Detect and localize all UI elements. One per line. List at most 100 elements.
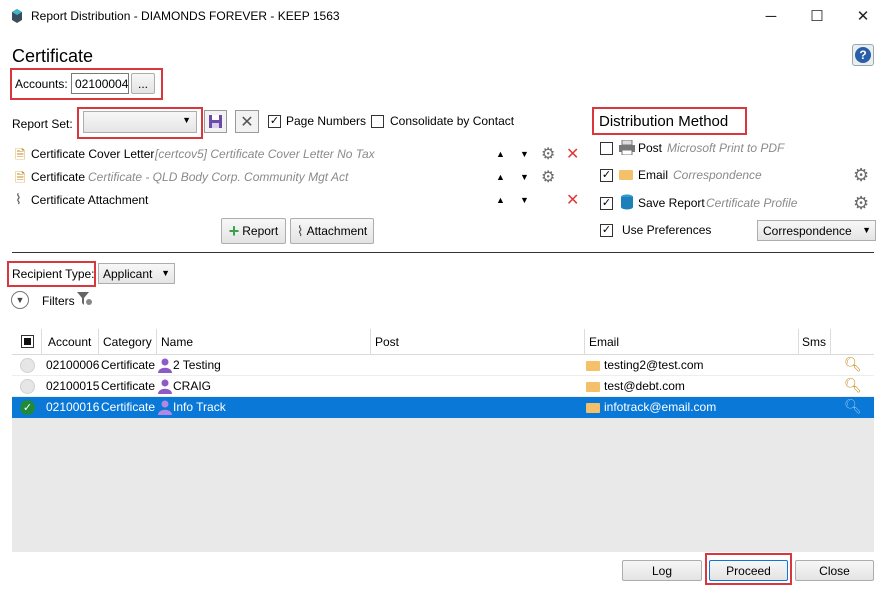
- chevron-down-icon: ▼: [161, 268, 170, 278]
- move-up-icon[interactable]: ▲: [496, 172, 505, 182]
- envelope-icon: [586, 382, 600, 392]
- list-item[interactable]: ⌇ Certificate Attachment ▲ ▼ ✕: [14, 191, 594, 211]
- printer-icon: [619, 140, 635, 155]
- distribution-title: Distribution Method: [599, 113, 729, 130]
- cell-email: test@debt.com: [604, 379, 685, 393]
- search-icon[interactable]: 🔍︎: [844, 377, 862, 394]
- row-select-radio[interactable]: [20, 358, 35, 373]
- column-category[interactable]: Category: [103, 335, 152, 349]
- consolidate-label: Consolidate by Contact: [390, 114, 515, 128]
- use-preferences-checkbox[interactable]: ✓: [600, 224, 613, 237]
- save-report-label: Save Report: [638, 196, 705, 210]
- database-icon: [621, 194, 633, 210]
- search-icon[interactable]: 🔍︎: [844, 398, 862, 415]
- report-name: Certificate Attachment: [31, 193, 149, 207]
- move-up-icon[interactable]: ▲: [496, 149, 505, 159]
- use-preferences-label: Use Preferences: [622, 223, 712, 237]
- row-selected-check-icon[interactable]: ✓: [20, 400, 35, 415]
- row-select-radio[interactable]: [20, 379, 35, 394]
- envelope-icon: [586, 361, 600, 371]
- table-row[interactable]: 02100015 Certificate CRAIG test@debt.com…: [12, 376, 874, 397]
- cell-name: 2 Testing: [173, 358, 221, 372]
- move-down-icon[interactable]: ▼: [520, 172, 529, 182]
- accounts-label: Accounts:: [15, 77, 68, 91]
- add-attachment-button[interactable]: ⌇ Attachment: [290, 218, 374, 244]
- email-settings-gear-icon[interactable]: ⚙: [853, 165, 869, 186]
- minimize-button[interactable]: ─: [748, 0, 794, 32]
- filters-expand-button[interactable]: ▼: [11, 291, 29, 309]
- filters-label: Filters: [42, 294, 75, 308]
- email-detail: Correspondence: [673, 168, 762, 182]
- move-up-icon[interactable]: ▲: [496, 195, 505, 205]
- email-checkbox[interactable]: ✓: [600, 169, 613, 182]
- add-attachment-label: Attachment: [306, 224, 368, 238]
- log-button[interactable]: Log: [622, 560, 702, 581]
- gear-icon[interactable]: ⚙: [541, 167, 555, 187]
- page-numbers-checkbox[interactable]: ✓: [268, 115, 281, 128]
- list-item[interactable]: 🗎 Certificate Certificate - QLD Body Cor…: [14, 168, 594, 188]
- column-sms[interactable]: Sms: [802, 335, 826, 349]
- filter-icon[interactable]: [77, 292, 93, 306]
- envelope-icon: [586, 403, 600, 413]
- remove-icon[interactable]: ✕: [566, 144, 579, 164]
- list-item[interactable]: 🗎 Certificate Cover Letter [certcov5] Ce…: [14, 145, 594, 165]
- remove-icon[interactable]: ✕: [566, 190, 579, 210]
- column-post[interactable]: Post: [375, 335, 399, 349]
- report-detail: Certificate - QLD Body Corp. Community M…: [88, 170, 349, 184]
- help-button[interactable]: ?: [852, 44, 874, 66]
- paperclip-icon: ⌇: [15, 191, 22, 207]
- grid-header: Account Category Name Post Email Sms: [12, 329, 874, 355]
- report-doc-icon: 🗎: [15, 170, 26, 185]
- page-numbers-label: Page Numbers: [286, 114, 367, 128]
- report-set-dropdown[interactable]: ▼: [83, 111, 197, 133]
- table-row[interactable]: 02100006 Certificate 2 Testing testing2@…: [12, 355, 874, 376]
- accounts-browse-button[interactable]: ...: [131, 73, 155, 94]
- floppy-icon: [209, 115, 222, 128]
- preferences-dropdown[interactable]: Correspondence ▼: [757, 220, 876, 241]
- select-all-checkbox[interactable]: [21, 335, 34, 348]
- x-icon: ✕: [240, 113, 254, 131]
- gear-icon[interactable]: ⚙: [541, 144, 555, 164]
- post-checkbox[interactable]: [600, 142, 613, 155]
- cell-category: Certificate: [101, 379, 156, 393]
- preferences-value: Correspondence: [763, 224, 852, 238]
- cell-email: testing2@test.com: [604, 358, 704, 372]
- save-report-set-button[interactable]: [204, 110, 227, 133]
- report-list: 🗎 Certificate Cover Letter [certcov5] Ce…: [14, 145, 594, 211]
- column-account[interactable]: Account: [48, 335, 91, 349]
- page-title: Certificate: [12, 46, 94, 66]
- post-detail: Microsoft Print to PDF: [667, 141, 785, 155]
- save-settings-gear-icon[interactable]: ⚙: [853, 193, 869, 214]
- save-report-checkbox[interactable]: ✓: [600, 197, 613, 210]
- proceed-button[interactable]: Proceed: [709, 560, 788, 581]
- close-button[interactable]: Close: [795, 560, 874, 581]
- paperclip-icon: ⌇: [296, 222, 304, 239]
- close-window-button[interactable]: ✕: [840, 0, 886, 32]
- window-title: Report Distribution - DIAMONDS FOREVER -…: [31, 9, 340, 23]
- move-down-icon[interactable]: ▼: [520, 149, 529, 159]
- cell-name: CRAIG: [173, 379, 212, 393]
- accounts-input[interactable]: 02100004: [71, 73, 129, 94]
- column-name[interactable]: Name: [161, 335, 193, 349]
- recipient-type-dropdown[interactable]: Applicant ▼: [98, 263, 175, 284]
- save-report-detail: Certificate Profile: [706, 196, 798, 210]
- column-email[interactable]: Email: [589, 335, 619, 349]
- report-doc-icon: 🗎: [15, 147, 26, 162]
- chevron-down-icon: ▼: [862, 225, 871, 235]
- title-bar: Report Distribution - DIAMONDS FOREVER -…: [0, 0, 886, 32]
- consolidate-checkbox[interactable]: [371, 115, 384, 128]
- search-icon[interactable]: 🔍︎: [844, 356, 862, 373]
- move-down-icon[interactable]: ▼: [520, 195, 529, 205]
- cell-email: infotrack@email.com: [604, 400, 717, 414]
- maximize-button[interactable]: ☐: [794, 0, 840, 32]
- report-name: Certificate Cover Letter: [31, 147, 155, 161]
- add-report-button[interactable]: + Report: [221, 218, 286, 244]
- delete-report-set-button[interactable]: ✕: [235, 110, 259, 133]
- person-icon: [158, 379, 172, 394]
- post-label: Post: [638, 141, 663, 155]
- table-row-selected[interactable]: ✓ 02100016 Certificate Info Track infotr…: [12, 397, 874, 418]
- app-icon: [12, 9, 22, 23]
- chevron-down-icon: ▼: [182, 115, 191, 125]
- plus-icon: +: [228, 220, 240, 241]
- grid-empty-area: [12, 418, 874, 552]
